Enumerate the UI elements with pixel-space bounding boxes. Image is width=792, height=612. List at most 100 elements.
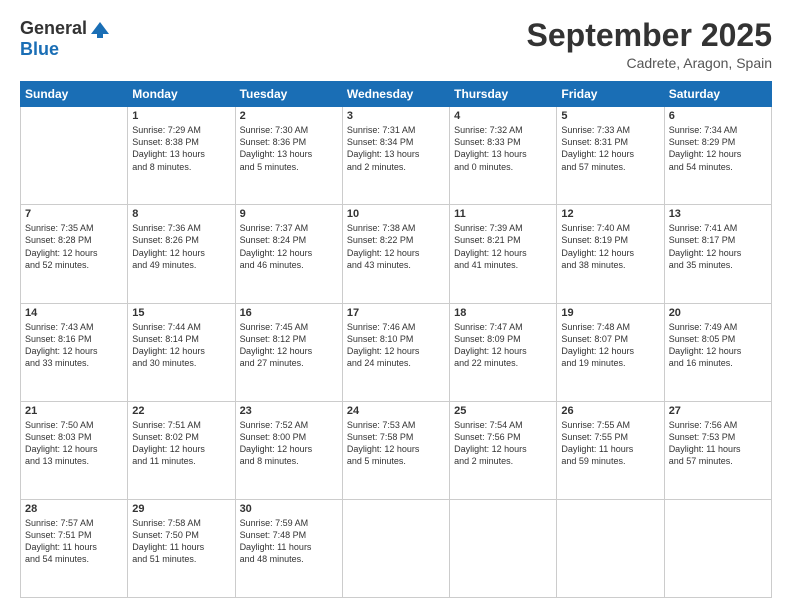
day-number: 11 bbox=[454, 208, 552, 220]
day-number: 4 bbox=[454, 110, 552, 122]
table-row bbox=[342, 499, 449, 597]
table-row: 22 Sunrise: 7:51 AM Sunset: 8:02 PM Dayli… bbox=[128, 401, 235, 499]
day-number: 10 bbox=[347, 208, 445, 220]
col-thursday: Thursday bbox=[450, 82, 557, 107]
col-wednesday: Wednesday bbox=[342, 82, 449, 107]
day-number: 28 bbox=[25, 503, 123, 515]
table-row bbox=[21, 107, 128, 205]
day-info: Sunrise: 7:44 AM Sunset: 8:14 PM Dayligh… bbox=[132, 321, 230, 370]
day-info: Sunrise: 7:56 AM Sunset: 7:53 PM Dayligh… bbox=[669, 419, 767, 468]
calendar-week-row: 14 Sunrise: 7:43 AM Sunset: 8:16 PM Dayli… bbox=[21, 303, 772, 401]
day-info: Sunrise: 7:43 AM Sunset: 8:16 PM Dayligh… bbox=[25, 321, 123, 370]
title-area: September 2025 Cadrete, Aragon, Spain bbox=[527, 18, 772, 71]
day-number: 16 bbox=[240, 307, 338, 319]
table-row: 30 Sunrise: 7:59 AM Sunset: 7:48 PM Dayli… bbox=[235, 499, 342, 597]
day-number: 6 bbox=[669, 110, 767, 122]
table-row: 5 Sunrise: 7:33 AM Sunset: 8:31 PM Daylig… bbox=[557, 107, 664, 205]
day-info: Sunrise: 7:57 AM Sunset: 7:51 PM Dayligh… bbox=[25, 517, 123, 566]
day-number: 3 bbox=[347, 110, 445, 122]
day-info: Sunrise: 7:34 AM Sunset: 8:29 PM Dayligh… bbox=[669, 124, 767, 173]
day-info: Sunrise: 7:59 AM Sunset: 7:48 PM Dayligh… bbox=[240, 517, 338, 566]
month-title: September 2025 bbox=[527, 18, 772, 53]
col-monday: Monday bbox=[128, 82, 235, 107]
day-info: Sunrise: 7:39 AM Sunset: 8:21 PM Dayligh… bbox=[454, 222, 552, 271]
day-info: Sunrise: 7:29 AM Sunset: 8:38 PM Dayligh… bbox=[132, 124, 230, 173]
day-number: 27 bbox=[669, 405, 767, 417]
day-number: 29 bbox=[132, 503, 230, 515]
logo: General Blue bbox=[20, 18, 111, 60]
table-row bbox=[557, 499, 664, 597]
day-info: Sunrise: 7:36 AM Sunset: 8:26 PM Dayligh… bbox=[132, 222, 230, 271]
col-saturday: Saturday bbox=[664, 82, 771, 107]
day-info: Sunrise: 7:32 AM Sunset: 8:33 PM Dayligh… bbox=[454, 124, 552, 173]
logo-icon bbox=[89, 20, 111, 38]
table-row: 6 Sunrise: 7:34 AM Sunset: 8:29 PM Daylig… bbox=[664, 107, 771, 205]
day-number: 8 bbox=[132, 208, 230, 220]
day-info: Sunrise: 7:35 AM Sunset: 8:28 PM Dayligh… bbox=[25, 222, 123, 271]
day-number: 21 bbox=[25, 405, 123, 417]
table-row: 29 Sunrise: 7:58 AM Sunset: 7:50 PM Dayli… bbox=[128, 499, 235, 597]
table-row: 7 Sunrise: 7:35 AM Sunset: 8:28 PM Daylig… bbox=[21, 205, 128, 303]
day-info: Sunrise: 7:38 AM Sunset: 8:22 PM Dayligh… bbox=[347, 222, 445, 271]
day-info: Sunrise: 7:31 AM Sunset: 8:34 PM Dayligh… bbox=[347, 124, 445, 173]
table-row bbox=[664, 499, 771, 597]
day-number: 2 bbox=[240, 110, 338, 122]
table-row: 17Sunrise: 7:46 AM Sunset: 8:10 PM Dayli… bbox=[342, 303, 449, 401]
col-friday: Friday bbox=[557, 82, 664, 107]
day-number: 25 bbox=[454, 405, 552, 417]
table-row: 12 Sunrise: 7:40 AM Sunset: 8:19 PM Dayli… bbox=[557, 205, 664, 303]
table-row: 26 Sunrise: 7:55 AM Sunset: 7:55 PM Dayli… bbox=[557, 401, 664, 499]
day-number: 7 bbox=[25, 208, 123, 220]
col-tuesday: Tuesday bbox=[235, 82, 342, 107]
day-info: Sunrise: 7:53 AM Sunset: 7:58 PM Dayligh… bbox=[347, 419, 445, 468]
day-info: Sunrise: 7:30 AM Sunset: 8:36 PM Dayligh… bbox=[240, 124, 338, 173]
day-number: 24 bbox=[347, 405, 445, 417]
day-number: 1 bbox=[132, 110, 230, 122]
day-number: 18 bbox=[454, 307, 552, 319]
page: General Blue September 2025 Cadrete, Ara… bbox=[0, 0, 792, 612]
calendar-week-row: 21Sunrise: 7:50 AM Sunset: 8:03 PM Dayli… bbox=[21, 401, 772, 499]
table-row: 20 Sunrise: 7:49 AM Sunset: 8:05 PM Dayli… bbox=[664, 303, 771, 401]
col-sunday: Sunday bbox=[21, 82, 128, 107]
day-info: Sunrise: 7:47 AM Sunset: 8:09 PM Dayligh… bbox=[454, 321, 552, 370]
table-row: 18 Sunrise: 7:47 AM Sunset: 8:09 PM Dayli… bbox=[450, 303, 557, 401]
logo-blue-text: Blue bbox=[20, 39, 59, 59]
table-row: 24 Sunrise: 7:53 AM Sunset: 7:58 PM Dayli… bbox=[342, 401, 449, 499]
day-info: Sunrise: 7:54 AM Sunset: 7:56 PM Dayligh… bbox=[454, 419, 552, 468]
day-number: 22 bbox=[132, 405, 230, 417]
day-info: Sunrise: 7:52 AM Sunset: 8:00 PM Dayligh… bbox=[240, 419, 338, 468]
table-row: 13Sunrise: 7:41 AM Sunset: 8:17 PM Dayli… bbox=[664, 205, 771, 303]
table-row: 2 Sunrise: 7:30 AM Sunset: 8:36 PM Daylig… bbox=[235, 107, 342, 205]
day-number: 5 bbox=[561, 110, 659, 122]
calendar-week-row: 7 Sunrise: 7:35 AM Sunset: 8:28 PM Daylig… bbox=[21, 205, 772, 303]
table-row: 16Sunrise: 7:45 AM Sunset: 8:12 PM Dayli… bbox=[235, 303, 342, 401]
day-number: 15 bbox=[132, 307, 230, 319]
day-number: 20 bbox=[669, 307, 767, 319]
day-info: Sunrise: 7:51 AM Sunset: 8:02 PM Dayligh… bbox=[132, 419, 230, 468]
table-row: 28 Sunrise: 7:57 AM Sunset: 7:51 PM Dayli… bbox=[21, 499, 128, 597]
day-number: 30 bbox=[240, 503, 338, 515]
table-row: 23Sunrise: 7:52 AM Sunset: 8:00 PM Dayli… bbox=[235, 401, 342, 499]
day-info: Sunrise: 7:37 AM Sunset: 8:24 PM Dayligh… bbox=[240, 222, 338, 271]
day-info: Sunrise: 7:55 AM Sunset: 7:55 PM Dayligh… bbox=[561, 419, 659, 468]
table-row: 9 Sunrise: 7:37 AM Sunset: 8:24 PM Daylig… bbox=[235, 205, 342, 303]
day-info: Sunrise: 7:40 AM Sunset: 8:19 PM Dayligh… bbox=[561, 222, 659, 271]
day-number: 19 bbox=[561, 307, 659, 319]
day-info: Sunrise: 7:41 AM Sunset: 8:17 PM Dayligh… bbox=[669, 222, 767, 271]
day-number: 14 bbox=[25, 307, 123, 319]
calendar-table: Sunday Monday Tuesday Wednesday Thursday… bbox=[20, 81, 772, 598]
day-number: 26 bbox=[561, 405, 659, 417]
day-info: Sunrise: 7:58 AM Sunset: 7:50 PM Dayligh… bbox=[132, 517, 230, 566]
day-number: 12 bbox=[561, 208, 659, 220]
location: Cadrete, Aragon, Spain bbox=[527, 55, 772, 71]
table-row: 25 Sunrise: 7:54 AM Sunset: 7:56 PM Dayli… bbox=[450, 401, 557, 499]
day-number: 9 bbox=[240, 208, 338, 220]
calendar-week-row: 1 Sunrise: 7:29 AM Sunset: 8:38 PM Daylig… bbox=[21, 107, 772, 205]
table-row: 21Sunrise: 7:50 AM Sunset: 8:03 PM Dayli… bbox=[21, 401, 128, 499]
calendar-header-row: Sunday Monday Tuesday Wednesday Thursday… bbox=[21, 82, 772, 107]
table-row: 3 Sunrise: 7:31 AM Sunset: 8:34 PM Daylig… bbox=[342, 107, 449, 205]
day-info: Sunrise: 7:33 AM Sunset: 8:31 PM Dayligh… bbox=[561, 124, 659, 173]
logo-general-text: General bbox=[20, 18, 87, 39]
table-row: 27 Sunrise: 7:56 AM Sunset: 7:53 PM Dayli… bbox=[664, 401, 771, 499]
day-info: Sunrise: 7:49 AM Sunset: 8:05 PM Dayligh… bbox=[669, 321, 767, 370]
